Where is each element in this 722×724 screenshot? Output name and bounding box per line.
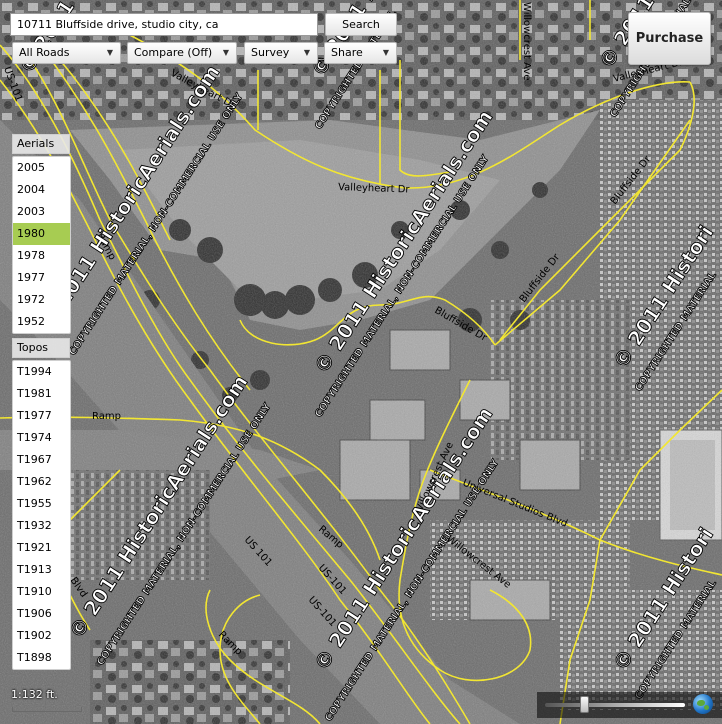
purchase-button[interactable]: Purchase (628, 12, 711, 65)
topos-year-list: T1994 T1981 T1977 T1974 T1967 T1962 T1955 T1932… (12, 360, 71, 670)
aerials-header: Aerials (12, 134, 70, 154)
topo-year-item[interactable]: T1932 (13, 515, 70, 537)
roads-dropdown[interactable]: All Roads ▼ (12, 42, 121, 64)
aerial-map[interactable]: Valleyheart Dr Valleyheart Dr Valleyhear… (0, 0, 722, 724)
roads-dropdown-label: All Roads (19, 46, 70, 59)
survey-dropdown[interactable]: Survey ▼ (244, 42, 318, 64)
aerial-year-item[interactable]: 2005 (13, 157, 70, 179)
share-dropdown[interactable]: Share ▼ (324, 42, 397, 64)
aerial-year-item[interactable]: 1978 (13, 245, 70, 267)
aerial-year-item[interactable]: 1977 (13, 267, 70, 289)
aerials-year-list: 2005 2004 2003 1980 1978 1977 1972 1952 (12, 156, 71, 334)
aerial-year-item[interactable]: 2004 (13, 179, 70, 201)
address-search-input[interactable] (10, 13, 318, 36)
globe-icon[interactable] (693, 694, 713, 714)
topo-year-item[interactable]: T1913 (13, 559, 70, 581)
topo-year-item[interactable]: T1981 (13, 383, 70, 405)
compare-dropdown-label: Compare (Off) (134, 46, 213, 59)
aerial-year-item[interactable]: 1980 (13, 223, 70, 245)
chevron-down-icon: ▼ (106, 48, 113, 57)
topo-year-item[interactable]: T1910 (13, 581, 70, 603)
zoom-slider-thumb[interactable] (580, 696, 590, 713)
map-scale-label: 1:132 ft. (11, 688, 58, 701)
topo-year-item[interactable]: T1906 (13, 603, 70, 625)
topo-year-item[interactable]: T1921 (13, 537, 70, 559)
survey-dropdown-label: Survey (251, 46, 290, 59)
chevron-down-icon: ▼ (382, 48, 389, 57)
chevron-down-icon: ▼ (303, 48, 310, 57)
aerial-year-item[interactable]: 1952 (13, 311, 70, 333)
map-scale-bar (12, 707, 82, 712)
aerial-year-item[interactable]: 1972 (13, 289, 70, 311)
road-label-ramp-1: Ramp (92, 411, 121, 422)
search-button[interactable]: Search (325, 13, 397, 36)
compare-dropdown[interactable]: Compare (Off) ▼ (127, 42, 237, 64)
topo-year-item[interactable]: T1902 (13, 625, 70, 647)
topos-header: Topos (12, 338, 70, 358)
road-label-willowcrest-1: Willowcrest Ave (521, 2, 532, 80)
zoom-slider-track[interactable] (545, 703, 685, 707)
topo-year-item[interactable]: T1898 (13, 647, 70, 669)
aerial-year-item[interactable]: 2003 (13, 201, 70, 223)
topo-year-item[interactable]: T1977 (13, 405, 70, 427)
topo-year-item[interactable]: T1967 (13, 449, 70, 471)
share-dropdown-label: Share (331, 46, 363, 59)
chevron-down-icon: ▼ (222, 48, 229, 57)
aerial-photo: Valleyheart Dr Valleyheart Dr Valleyhear… (0, 0, 722, 724)
topo-year-item[interactable]: T1974 (13, 427, 70, 449)
topo-year-item[interactable]: T1955 (13, 493, 70, 515)
topo-year-item[interactable]: T1962 (13, 471, 70, 493)
topo-year-item[interactable]: T1994 (13, 361, 70, 383)
